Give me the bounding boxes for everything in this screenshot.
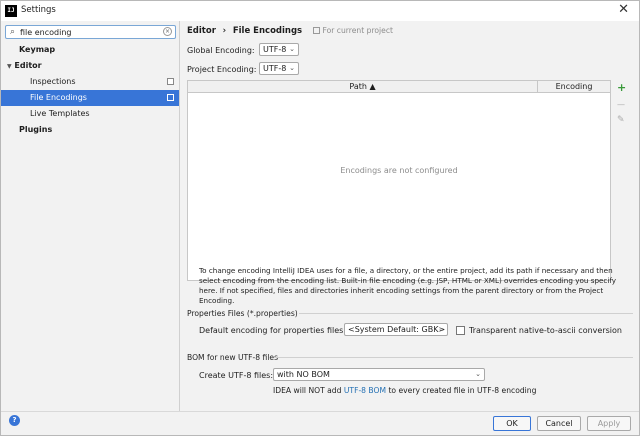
apply-button[interactable]: Apply <box>587 416 631 431</box>
chevron-down-icon: ⌄ <box>475 370 481 378</box>
scope-note: For current project <box>322 26 393 35</box>
properties-default-value: <System Default: GBK> <box>348 325 446 334</box>
project-scope-icon <box>167 78 174 85</box>
encoding-description: To change encoding IntelliJ IDEA uses fo… <box>199 266 617 305</box>
sidebar-item-label: Editor <box>14 61 42 70</box>
project-encoding-select[interactable]: UTF-8 ⌄ <box>259 62 299 75</box>
create-utf8-select[interactable]: with NO BOM ⌄ <box>273 368 485 381</box>
breadcrumb: Editor › File Encodings For current proj… <box>187 26 393 36</box>
table-header: Path ▲ Encoding <box>188 81 610 93</box>
chevron-down-icon: ⌄ <box>289 64 295 72</box>
create-utf8-label: Create UTF-8 files: <box>199 371 274 380</box>
settings-window: IJ Settings ✕ ⌕ × Keymap ▼ Editor Inspec… <box>0 0 640 436</box>
collapse-arrow-icon[interactable]: ▼ <box>7 63 12 70</box>
project-scope-icon <box>312 27 320 34</box>
breadcrumb-parent: Editor <box>187 26 216 36</box>
transparent-conversion-label: Transparent native-to-ascii conversion <box>469 326 622 335</box>
title-bar: IJ Settings ✕ <box>1 1 639 21</box>
search-icon: ⌕ <box>10 27 16 37</box>
settings-sidebar: ⌕ × Keymap ▼ Editor Inspections File Enc… <box>1 21 180 411</box>
sidebar-item-label: Plugins <box>19 125 53 134</box>
properties-default-label: Default encoding for properties files: <box>199 326 347 335</box>
window-title: Settings <box>21 5 56 15</box>
create-utf8-value: with NO BOM <box>277 370 330 379</box>
properties-default-select[interactable]: <System Default: GBK> ⌄ <box>344 323 448 336</box>
project-scope-icon <box>167 94 174 101</box>
utf8-bom-link[interactable]: UTF-8 BOM <box>344 386 386 395</box>
breadcrumb-separator: › <box>222 26 227 36</box>
bom-note: IDEA will NOT add UTF-8 BOM to every cre… <box>273 386 536 395</box>
file-encodings-panel: Editor › File Encodings For current proj… <box>181 21 639 411</box>
project-encoding-label: Project Encoding: <box>187 65 257 74</box>
chevron-down-icon: ⌄ <box>438 325 444 333</box>
empty-state-text: Encodings are not configured <box>340 166 458 175</box>
divider <box>275 357 633 358</box>
global-encoding-select[interactable]: UTF-8 ⌄ <box>259 43 299 56</box>
bom-header: BOM for new UTF-8 files <box>187 353 279 362</box>
sidebar-item-label: File Encodings <box>30 93 87 102</box>
clear-search-icon[interactable]: × <box>163 27 172 36</box>
encoding-column-header[interactable]: Encoding <box>538 81 610 93</box>
transparent-conversion-checkbox[interactable] <box>456 326 465 335</box>
bom-note-suffix: to every created file in UTF-8 encoding <box>386 386 537 395</box>
cancel-button[interactable]: Cancel <box>537 416 581 431</box>
remove-icon[interactable]: — <box>617 99 625 110</box>
sidebar-item-editor[interactable]: ▼ Editor <box>1 58 179 74</box>
sidebar-item-label: Live Templates <box>30 109 90 118</box>
close-icon[interactable]: ✕ <box>618 2 629 17</box>
sidebar-item-live-templates[interactable]: Live Templates <box>1 106 179 122</box>
sidebar-item-file-encodings[interactable]: File Encodings <box>1 90 179 106</box>
sidebar-item-label: Inspections <box>30 77 76 86</box>
encodings-table[interactable]: Path ▲ Encoding Encodings are not config… <box>187 80 611 281</box>
sidebar-item-keymap[interactable]: Keymap <box>1 42 179 58</box>
chevron-down-icon: ⌄ <box>289 45 295 53</box>
sidebar-item-label: Keymap <box>19 45 56 54</box>
global-encoding-label: Global Encoding: <box>187 46 255 55</box>
breadcrumb-current: File Encodings <box>232 26 303 36</box>
intellij-app-icon: IJ <box>5 5 17 17</box>
sidebar-item-plugins[interactable]: Plugins <box>1 122 179 138</box>
bom-note-prefix: IDEA will NOT add <box>273 386 344 395</box>
sidebar-item-inspections[interactable]: Inspections <box>1 74 179 90</box>
global-encoding-value: UTF-8 <box>263 45 287 54</box>
help-icon[interactable]: ? <box>9 415 20 426</box>
settings-search-input[interactable] <box>20 26 160 38</box>
path-column-header[interactable]: Path ▲ <box>188 81 538 93</box>
add-icon[interactable]: + <box>617 82 626 93</box>
edit-icon[interactable]: ✎ <box>617 115 625 126</box>
ok-button[interactable]: OK <box>493 416 531 431</box>
project-encoding-value: UTF-8 <box>263 64 287 73</box>
properties-files-header: Properties Files (*.properties) <box>187 309 298 318</box>
settings-search-field[interactable]: ⌕ × <box>5 25 176 39</box>
divider <box>299 313 633 314</box>
